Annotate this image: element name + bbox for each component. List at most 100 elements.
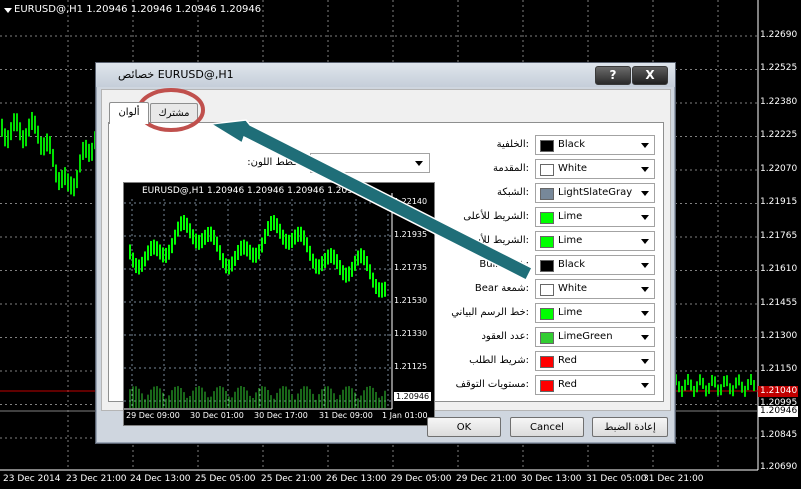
color-row-label: :خط الرسم البياني xyxy=(451,307,529,318)
color-row-label: :الشبكة xyxy=(496,187,529,198)
color-swatch xyxy=(540,380,554,392)
preview-price-label: 1.21735 xyxy=(394,263,428,272)
time-tick-label: 29 Dec 21:00 xyxy=(456,474,517,484)
preview-time-label: 29 Dec 09:00 xyxy=(126,411,180,420)
color-select[interactable]: LimeGreen xyxy=(535,327,655,347)
color-row-label: :شمعة Bear xyxy=(474,283,529,294)
current-price-red-label: 1.21040 xyxy=(758,386,798,397)
price-tick-label: 1.22380 xyxy=(760,97,798,107)
preview-time-label: 1 Jan 01:00 xyxy=(382,411,428,420)
color-select[interactable]: LightSlateGray xyxy=(535,183,655,203)
color-swatch xyxy=(540,356,554,368)
color-select[interactable]: Lime xyxy=(535,231,655,251)
color-select[interactable]: Black xyxy=(535,255,655,275)
color-name: Black xyxy=(558,259,586,270)
time-tick-label: 30 Dec 13:00 xyxy=(521,474,582,484)
chevron-down-icon xyxy=(641,191,649,196)
preview-time-label: 31 Dec 09:00 xyxy=(319,411,373,420)
color-swatch xyxy=(540,236,554,248)
dialog-title: خصائص EURUSD@,H1 xyxy=(118,68,234,81)
time-tick-label: 25 Dec 21:00 xyxy=(261,474,322,484)
price-tick-label: 1.22225 xyxy=(760,130,798,140)
current-price-white-label: 1.20946 xyxy=(758,406,798,417)
price-tick-label: 1.20845 xyxy=(760,430,798,440)
time-tick-label: 23 Dec 21:00 xyxy=(66,474,127,484)
chart-menu-triangle-icon[interactable] xyxy=(4,8,12,13)
preview-price-label: 1.20946 xyxy=(394,392,432,401)
color-name: Red xyxy=(558,379,577,390)
color-select[interactable]: White xyxy=(535,279,655,299)
dialog-client-area: ألوان مشترك مخطط اللون: EURUSD@,H1 1.209… xyxy=(101,89,671,426)
chevron-down-icon xyxy=(641,287,649,292)
tab-common[interactable]: مشترك xyxy=(150,103,198,124)
chart-preview: EURUSD@,H1 1.20946 1.20946 1.20946 1.209… xyxy=(123,182,435,426)
chevron-down-icon xyxy=(641,359,649,364)
color-select[interactable]: Lime xyxy=(535,207,655,227)
color-select[interactable]: Red xyxy=(535,375,655,395)
color-row-label: :الشريط للأعلى xyxy=(463,211,529,222)
time-tick-label: 29 Dec 05:00 xyxy=(391,474,452,484)
color-name: Red xyxy=(558,355,577,366)
color-row-label: :مستويات التوقف xyxy=(455,379,529,390)
close-button[interactable]: X xyxy=(632,66,668,85)
color-swatch xyxy=(540,260,554,272)
background-chart-title: EURUSD@,H1 1.20946 1.20946 1.20946 1.209… xyxy=(14,4,262,15)
preview-price-label: 1.21125 xyxy=(394,362,428,371)
time-tick-label: 23 Dec 2014 xyxy=(3,474,61,484)
time-tick-label: 31 Dec 21:00 xyxy=(643,474,704,484)
color-name: Lime xyxy=(558,211,583,222)
dialog-titlebar[interactable]: خصائص EURUSD@,H1 ? X xyxy=(96,63,675,87)
preview-time-label: 30 Dec 17:00 xyxy=(254,411,308,420)
preview-price-label: 1.22140 xyxy=(394,197,428,206)
chevron-down-icon xyxy=(641,215,649,220)
color-scheme-select[interactable] xyxy=(310,153,430,173)
time-tick-label: 25 Dec 05:00 xyxy=(195,474,256,484)
color-scheme-label: مخطط اللون: xyxy=(247,157,305,168)
color-select[interactable]: Black xyxy=(535,135,655,155)
colors-tab-panel: مخطط اللون: EURUSD@,H1 1.20946 1.20946 1… xyxy=(108,122,664,426)
time-tick-label: 24 Dec 13:00 xyxy=(130,474,191,484)
properties-dialog: خصائص EURUSD@,H1 ? X ألوان مشترك مخطط ال… xyxy=(95,62,676,444)
price-tick-label: 1.21150 xyxy=(760,364,798,374)
chevron-down-icon xyxy=(641,167,649,172)
price-tick-label: 1.20690 xyxy=(760,462,798,472)
ok-button[interactable]: OK xyxy=(427,417,501,437)
price-tick-label: 1.21455 xyxy=(760,298,798,308)
color-name: Black xyxy=(558,139,586,150)
tab-colors[interactable]: ألوان xyxy=(109,102,149,124)
color-select[interactable]: Red xyxy=(535,351,655,371)
chevron-down-icon xyxy=(641,335,649,340)
color-swatch xyxy=(540,308,554,320)
color-row-label: :الشريط للأسفل xyxy=(459,235,529,246)
color-row-label: :شريط الطلب xyxy=(469,355,529,366)
preview-title: EURUSD@,H1 1.20946 1.20946 1.20946 1.209… xyxy=(142,186,365,196)
cancel-button[interactable]: Cancel xyxy=(510,417,584,437)
preview-chart-svg xyxy=(124,193,393,410)
color-name: White xyxy=(558,283,588,294)
color-select[interactable]: White xyxy=(535,159,655,179)
color-swatch xyxy=(540,212,554,224)
color-select[interactable]: Lime xyxy=(535,303,655,323)
color-swatch xyxy=(540,188,554,200)
chevron-down-icon xyxy=(641,383,649,388)
price-tick-label: 1.22690 xyxy=(760,30,798,40)
price-tick-label: 1.21765 xyxy=(760,231,798,241)
color-swatch xyxy=(540,164,554,176)
chevron-down-icon xyxy=(641,239,649,244)
color-name: LimeGreen xyxy=(558,331,613,342)
color-row-label: :المقدمة xyxy=(492,163,529,174)
time-tick-label: 31 Dec 05:00 xyxy=(586,474,647,484)
preview-time-label: 30 Dec 01:00 xyxy=(190,411,244,420)
color-row-label: :شمعة Bull xyxy=(479,259,529,270)
preview-price-label: 1.21935 xyxy=(394,230,428,239)
chevron-down-icon xyxy=(641,263,649,268)
help-button[interactable]: ? xyxy=(595,66,631,85)
chevron-down-icon xyxy=(415,161,423,166)
price-tick-label: 1.21915 xyxy=(760,197,798,207)
reset-button[interactable]: إعادة الضبط xyxy=(592,417,668,437)
color-swatch xyxy=(540,332,554,344)
price-tick-label: 1.21610 xyxy=(760,264,798,274)
color-swatch xyxy=(540,284,554,296)
price-tick-label: 1.21300 xyxy=(760,331,798,341)
price-tick-label: 1.22070 xyxy=(760,164,798,174)
